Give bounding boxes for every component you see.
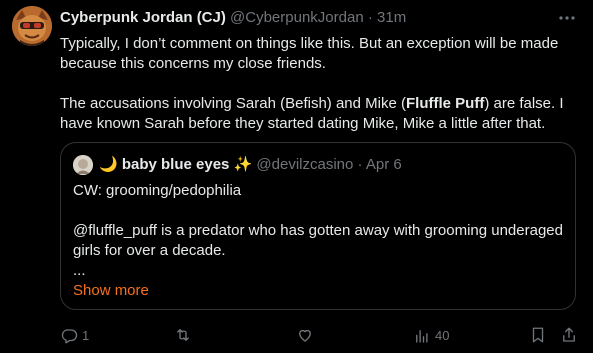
heart-icon xyxy=(299,329,311,342)
views-chart-icon xyxy=(416,330,428,343)
bookmark-button[interactable] xyxy=(529,326,547,344)
tweet[interactable]: Cyberpunk Jordan (CJ) @CyberpunkJordan ·… xyxy=(0,0,593,353)
tweet-text: Typically, I don’t comment on things lik… xyxy=(60,34,580,134)
show-more-link[interactable]: Show more xyxy=(73,282,149,299)
quoted-tweet[interactable]: 🌙 baby blue eyes ✨ @devilzcasino · Apr 6… xyxy=(60,142,576,310)
tweet-text-segment: The accusations involving Sarah (Befish)… xyxy=(60,95,406,112)
tweet-paragraph: The accusations involving Sarah (Befish)… xyxy=(60,94,580,134)
avatar-image-icon xyxy=(12,6,52,46)
quoted-avatar-image-icon xyxy=(73,155,93,175)
user-handle[interactable]: @CyberpunkJordan xyxy=(230,9,364,26)
tweet-paragraph: Typically, I don’t comment on things lik… xyxy=(60,35,559,72)
like-button[interactable] xyxy=(296,326,318,344)
timestamp[interactable]: 31m xyxy=(377,9,406,26)
tweet-header: Cyberpunk Jordan (CJ) @CyberpunkJordan ·… xyxy=(60,9,406,27)
reply-icon xyxy=(61,329,78,344)
views-count: 40 xyxy=(435,328,450,343)
bookmark-icon xyxy=(532,327,544,343)
share-button[interactable] xyxy=(560,326,578,344)
action-bar: 1 40 xyxy=(60,326,580,348)
quoted-avatar[interactable] xyxy=(73,155,93,175)
avatar[interactable] xyxy=(12,6,52,46)
reply-count: 1 xyxy=(82,328,90,343)
quoted-timestamp[interactable]: Apr 6 xyxy=(366,156,402,173)
separator-dot: · xyxy=(367,9,373,26)
quoted-handle[interactable]: @devilzcasino xyxy=(256,156,353,173)
quoted-header: 🌙 baby blue eyes ✨ @devilzcasino · Apr 6 xyxy=(99,156,402,174)
display-name[interactable]: Cyberpunk Jordan (CJ) xyxy=(60,9,226,26)
share-icon xyxy=(563,327,575,342)
bold-mention: Fluffle Puff xyxy=(406,95,485,112)
quoted-text: CW: grooming/pedophilia @fluffle_puff is… xyxy=(73,181,563,301)
quoted-line: CW: grooming/pedophilia xyxy=(73,182,242,199)
retweet-button[interactable] xyxy=(174,326,196,344)
views-button[interactable]: 40 xyxy=(413,326,449,346)
quoted-line: @fluffle_puff is a predator who has gott… xyxy=(73,222,563,259)
reply-button[interactable]: 1 xyxy=(60,326,89,346)
retweet-icon xyxy=(177,329,189,341)
more-options-icon[interactable] xyxy=(557,8,577,28)
quoted-ellipsis: ... xyxy=(73,262,86,279)
quoted-display-name[interactable]: 🌙 baby blue eyes ✨ xyxy=(99,156,252,173)
separator-dot: · xyxy=(357,156,363,173)
